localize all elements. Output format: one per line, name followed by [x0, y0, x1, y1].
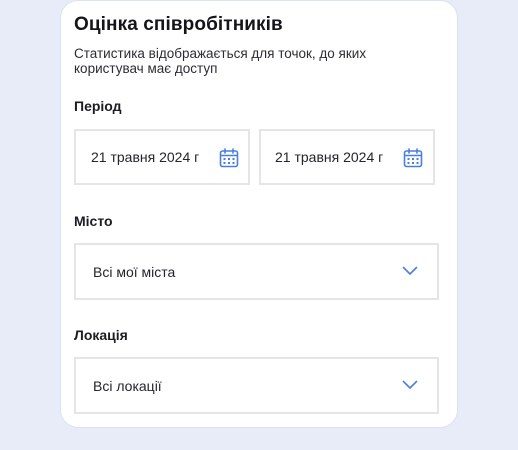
city-label: Місто — [74, 213, 113, 229]
city-select[interactable]: Всі мої міста — [74, 243, 439, 300]
location-label: Локація — [74, 327, 128, 343]
location-selected-value: Всі локації — [93, 377, 162, 394]
page-subtitle: Статистика відображається для точок, до … — [74, 46, 367, 76]
period-label: Період — [74, 98, 122, 114]
calendar-icon[interactable] — [403, 148, 423, 168]
city-selected-value: Всі мої міста — [93, 263, 176, 280]
end-date-picker[interactable]: 21 травня 2024 г — [259, 129, 435, 185]
chevron-down-icon — [402, 266, 418, 275]
start-date-picker[interactable]: 21 травня 2024 г — [74, 129, 250, 185]
start-date-value: 21 травня 2024 г — [91, 149, 200, 165]
end-date-value: 21 травня 2024 г — [275, 149, 384, 165]
calendar-icon[interactable] — [219, 148, 239, 168]
location-select[interactable]: Всі локації — [74, 357, 439, 414]
page-title: Оцінка співробітників — [74, 14, 283, 35]
chevron-down-icon — [402, 380, 418, 389]
